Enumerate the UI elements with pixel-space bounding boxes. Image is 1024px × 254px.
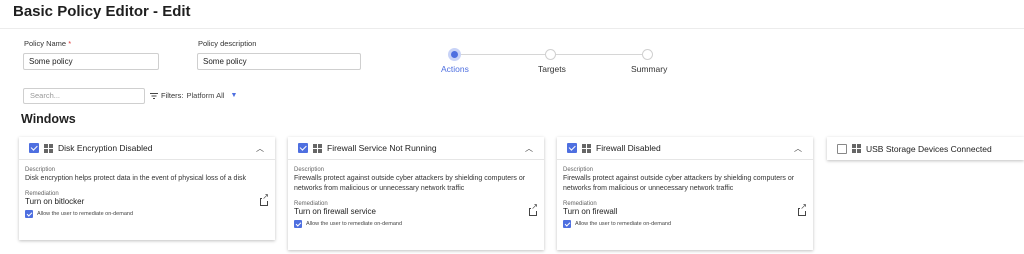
card-checkbox[interactable]: [298, 143, 308, 153]
external-link-icon[interactable]: [260, 192, 269, 206]
step-targets-label[interactable]: Targets: [538, 64, 566, 74]
filter-icon: [150, 92, 158, 99]
chevron-up-icon[interactable]: ︿: [256, 143, 264, 154]
remediation-value: Turn on firewall: [563, 207, 618, 216]
description-label: Description: [25, 167, 56, 173]
title-divider: [0, 28, 1024, 29]
policy-name-input[interactable]: Some policy: [23, 53, 159, 70]
card-title: Firewall Service Not Running: [327, 143, 437, 153]
policy-card-firewall-service: Firewall Service Not Running ︿ Descripti…: [288, 137, 544, 250]
card-checkbox[interactable]: [29, 143, 39, 153]
description-text: Disk encryption helps protect data in th…: [25, 175, 247, 182]
step-actions-label[interactable]: Actions: [441, 64, 469, 74]
step-summary-dot[interactable]: [642, 49, 653, 60]
policy-description-input[interactable]: Some policy: [197, 53, 361, 70]
description-label: Description: [563, 167, 594, 173]
stepper-line: [551, 54, 643, 55]
filter-value[interactable]: Platform All: [187, 91, 225, 100]
windows-icon: [582, 143, 591, 153]
external-link-icon[interactable]: [798, 202, 807, 216]
card-header[interactable]: USB Storage Devices Connected: [827, 137, 1024, 160]
card-header[interactable]: Firewall Disabled ︿: [557, 137, 813, 160]
description-text: Firewalls protect against outside cyber …: [294, 175, 526, 192]
ondemand-row: Allow the user to remediate on-demand: [294, 220, 538, 228]
external-link-icon[interactable]: [529, 202, 538, 216]
policy-name-label: Policy Name *: [24, 39, 71, 48]
card-checkbox[interactable]: [567, 143, 577, 153]
description-text: Firewalls protect against outside cyber …: [563, 175, 795, 192]
search-input[interactable]: Search...: [23, 88, 145, 104]
chevron-up-icon[interactable]: ︿: [525, 143, 533, 154]
windows-icon: [313, 143, 322, 153]
windows-icon: [852, 144, 861, 153]
remediation-row: Turn on firewall service: [294, 202, 538, 216]
ondemand-checkbox[interactable]: [294, 220, 302, 228]
ondemand-checkbox[interactable]: [25, 210, 33, 218]
card-body: Description Firewalls protect against ou…: [557, 160, 813, 228]
card-body: Description Disk encryption helps protec…: [19, 160, 275, 218]
section-title: Windows: [21, 112, 76, 126]
ondemand-label: Allow the user to remediate on-demand: [306, 221, 402, 227]
remediation-row: Turn on bitlocker: [25, 192, 269, 206]
platform-filter[interactable]: Filters: Platform All ▼: [150, 91, 237, 100]
page-title: Basic Policy Editor - Edit: [13, 3, 191, 20]
card-body: Description Firewalls protect against ou…: [288, 160, 544, 228]
caret-down-icon[interactable]: ▼: [230, 92, 237, 99]
card-header[interactable]: Disk Encryption Disabled ︿: [19, 137, 275, 160]
filters-label: Filters:: [161, 91, 184, 100]
policy-card-firewall-disabled: Firewall Disabled ︿ Description Firewall…: [557, 137, 813, 250]
wizard-stepper: Actions Targets Summary: [438, 46, 678, 76]
remediation-value: Turn on firewall service: [294, 207, 376, 216]
step-targets-dot[interactable]: [545, 49, 556, 60]
remediation-row: Turn on firewall: [563, 202, 807, 216]
card-title: Disk Encryption Disabled: [58, 143, 153, 153]
description-label: Description: [294, 167, 325, 173]
chevron-up-icon[interactable]: ︿: [794, 143, 802, 154]
card-header[interactable]: Firewall Service Not Running ︿: [288, 137, 544, 160]
required-mark: *: [68, 39, 72, 48]
policy-name-label-text: Policy Name: [24, 39, 67, 48]
ondemand-row: Allow the user to remediate on-demand: [563, 220, 807, 228]
ondemand-label: Allow the user to remediate on-demand: [37, 211, 133, 217]
card-checkbox[interactable]: [837, 143, 847, 154]
policy-card-usb-storage: USB Storage Devices Connected: [827, 137, 1024, 160]
stepper-line: [454, 54, 546, 55]
policy-card-disk-encryption: Disk Encryption Disabled ︿ Description D…: [19, 137, 275, 240]
ondemand-checkbox[interactable]: [563, 220, 571, 228]
step-actions-dot[interactable]: [448, 48, 461, 61]
ondemand-label: Allow the user to remediate on-demand: [575, 221, 671, 227]
policy-description-label: Policy description: [198, 39, 257, 48]
remediation-value: Turn on bitlocker: [25, 197, 85, 206]
card-title: USB Storage Devices Connected: [866, 143, 992, 154]
card-title: Firewall Disabled: [596, 143, 661, 153]
step-summary-label[interactable]: Summary: [631, 64, 667, 74]
windows-icon: [44, 143, 53, 153]
ondemand-row: Allow the user to remediate on-demand: [25, 210, 269, 218]
